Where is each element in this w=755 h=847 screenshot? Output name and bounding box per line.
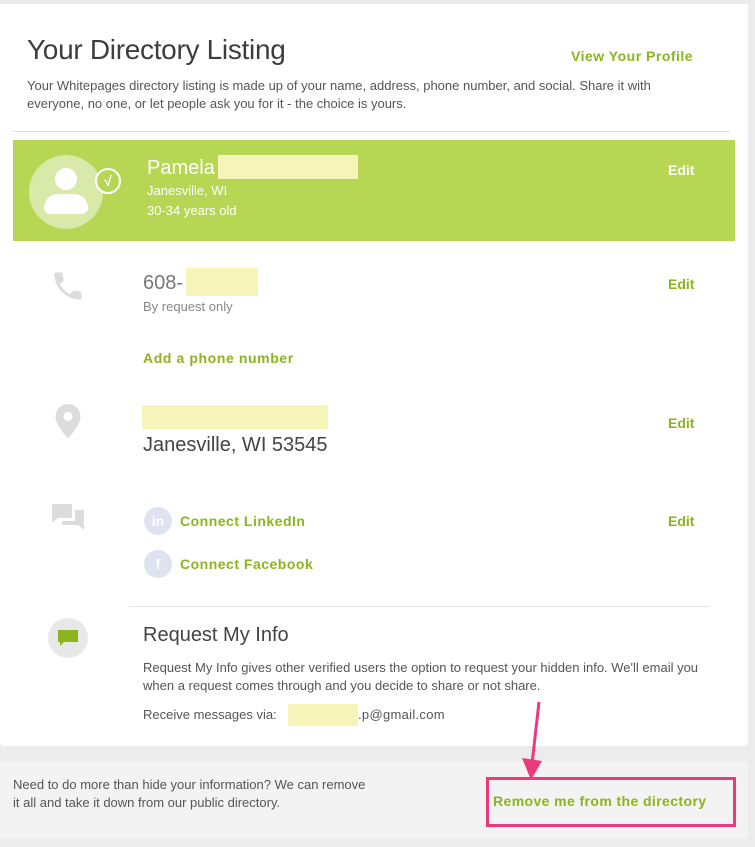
edit-phone-button[interactable]: Edit [668,276,694,292]
facebook-icon: f [144,550,172,578]
edit-social-button[interactable]: Edit [668,513,694,529]
verified-check-icon: √ [95,168,121,194]
add-phone-link[interactable]: Add a phone number [143,350,294,366]
avatar: √ [29,155,121,229]
address-city-line: Janesville, WI 53545 [143,434,328,456]
directory-listing-card: Your Directory Listing View Your Profile… [0,4,748,746]
connect-facebook-link[interactable]: Connect Facebook [180,556,313,572]
profile-location: Janesville, WI [147,183,228,198]
connect-linkedin-link[interactable]: Connect LinkedIn [180,513,305,529]
edit-address-button[interactable]: Edit [668,415,694,431]
request-info-badge [48,618,88,658]
page-title: Your Directory Listing [27,34,286,65]
edit-profile-button[interactable]: Edit [668,162,694,178]
intro-text: Your Whitepages directory listing is mad… [27,78,651,111]
redacted-email-user [288,704,358,726]
profile-name: Pamela [147,157,215,179]
view-profile-link[interactable]: View Your Profile [571,48,693,64]
header-divider [13,131,730,132]
phone-visibility: By request only [143,299,233,314]
redacted-phone-digits [186,268,258,296]
chat-bubbles-icon [52,504,84,530]
phone-number: 608- [143,272,184,294]
remove-from-directory-link[interactable]: Remove me from the directory [493,793,706,809]
request-info-description: Request My Info gives other verified use… [143,660,699,693]
receive-email: .p@gmail.com [358,707,445,722]
annotation-arrow [522,701,542,780]
receive-messages-label: Receive messages via: [143,707,277,722]
redacted-street-address [142,405,328,429]
message-icon [58,630,78,646]
social-divider [129,606,710,607]
profile-age: 30-34 years old [147,203,237,218]
phone-icon [54,272,82,300]
location-pin-icon [55,404,81,438]
redacted-last-name [218,155,358,179]
request-info-title: Request My Info [143,624,289,646]
profile-section: √ Pamela Janesville, WI 30-34 years old … [13,140,735,241]
linkedin-icon: in [144,507,172,535]
remove-listing-text: Need to do more than hide your informati… [13,777,366,810]
